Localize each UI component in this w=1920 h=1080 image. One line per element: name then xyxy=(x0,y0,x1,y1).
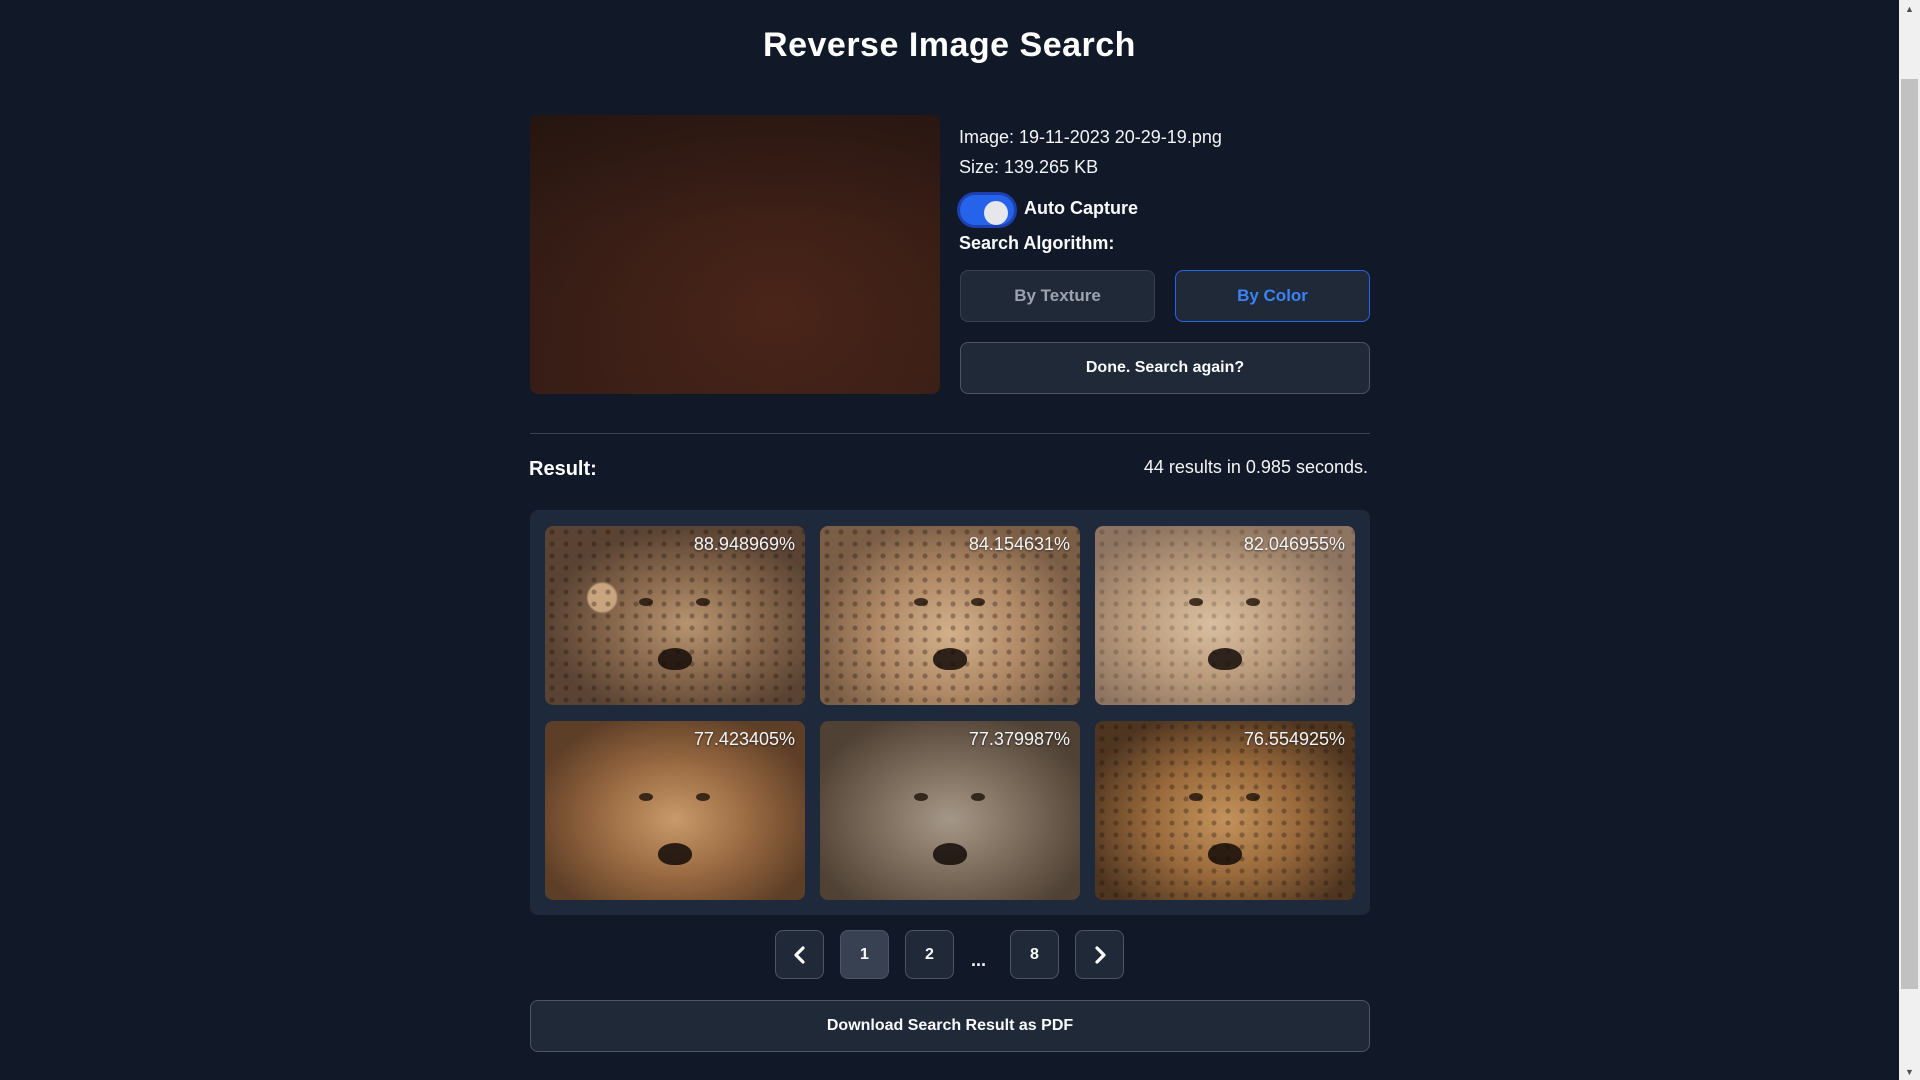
similarity-score: 84.154631% xyxy=(968,534,1070,554)
result-card-cheetah[interactable]: 76.554925% xyxy=(1095,721,1355,900)
card-eye xyxy=(913,792,928,801)
similarity-score: 77.423405% xyxy=(693,729,795,749)
auto-capture-label: Auto Capture xyxy=(1024,198,1138,218)
divider xyxy=(530,433,1370,434)
similarity-score: 77.379987% xyxy=(968,729,1070,749)
card-eye xyxy=(638,792,653,801)
download-pdf-button[interactable]: Download Search Result as PDF xyxy=(530,1000,1370,1052)
auto-capture-toggle[interactable] xyxy=(957,192,1017,228)
result-card-lion[interactable]: 77.423405% xyxy=(545,721,805,900)
card-eye xyxy=(638,597,653,606)
search-again-button[interactable]: Done. Search again? xyxy=(960,342,1370,394)
result-card-wolf[interactable]: 77.379987% xyxy=(820,721,1080,900)
prev-page-button[interactable] xyxy=(775,930,824,979)
card-nose xyxy=(1208,842,1242,865)
similarity-score: 76.554925% xyxy=(1243,729,1345,749)
card-eye xyxy=(970,597,985,606)
chevron-right-icon xyxy=(1094,945,1106,964)
scroll-up-arrow-icon[interactable]: ▲ xyxy=(1899,0,1920,17)
pagination: 1 2 8 xyxy=(0,930,1899,979)
search-algorithm-label: Search Algorithm: xyxy=(959,233,1115,253)
page-title: Reverse Image Search xyxy=(763,26,1136,64)
next-page-button[interactable] xyxy=(1075,930,1124,979)
vertical-scrollbar[interactable]: ▲ ▼ xyxy=(1899,0,1920,1080)
scroll-down-arrow-icon[interactable]: ▼ xyxy=(1899,1063,1920,1080)
pagination-ellipsis: ... xyxy=(971,950,987,970)
result-card-cheetah[interactable]: 84.154631% xyxy=(820,526,1080,705)
toggle-track xyxy=(960,195,1014,225)
card-eye xyxy=(913,597,928,606)
card-eye xyxy=(1245,792,1260,801)
card-nose xyxy=(658,842,692,865)
card-nose xyxy=(658,647,692,670)
card-eye xyxy=(695,792,710,801)
card-nose xyxy=(933,842,967,865)
card-nose xyxy=(933,647,967,670)
similarity-score: 82.046955% xyxy=(1243,534,1345,554)
result-card-cheetah[interactable]: 82.046955% xyxy=(1095,526,1355,705)
by-color-button[interactable]: By Color xyxy=(1175,270,1370,322)
card-nose xyxy=(1208,647,1242,670)
image-size: Size: 139.265 KB xyxy=(959,157,1099,177)
page-button-8[interactable]: 8 xyxy=(1010,930,1059,979)
page: Reverse Image Search Image: 19-11-2023 2… xyxy=(0,0,1899,1080)
image-filename: Image: 19-11-2023 20-29-19.png xyxy=(959,127,1222,147)
results-grid: 88.948969% 84.154631% 82.046955% 77.4234… xyxy=(530,510,1370,915)
result-card-leopard[interactable]: 88.948969% xyxy=(545,526,805,705)
by-texture-button[interactable]: By Texture xyxy=(960,270,1155,322)
card-eye xyxy=(695,597,710,606)
query-image-preview xyxy=(530,115,940,394)
card-eye xyxy=(1188,792,1203,801)
card-eye xyxy=(1245,597,1260,606)
result-heading: Result: xyxy=(529,458,597,480)
card-eye xyxy=(1188,597,1203,606)
card-eye xyxy=(970,792,985,801)
toggle-knob xyxy=(984,201,1008,225)
page-button-2[interactable]: 2 xyxy=(905,930,954,979)
similarity-score: 88.948969% xyxy=(693,534,795,554)
chevron-left-icon xyxy=(793,945,805,964)
result-summary: 44 results in 0.985 seconds. xyxy=(1143,457,1368,477)
page-button-1[interactable]: 1 xyxy=(840,930,889,979)
scrollbar-thumb[interactable] xyxy=(1901,79,1918,989)
